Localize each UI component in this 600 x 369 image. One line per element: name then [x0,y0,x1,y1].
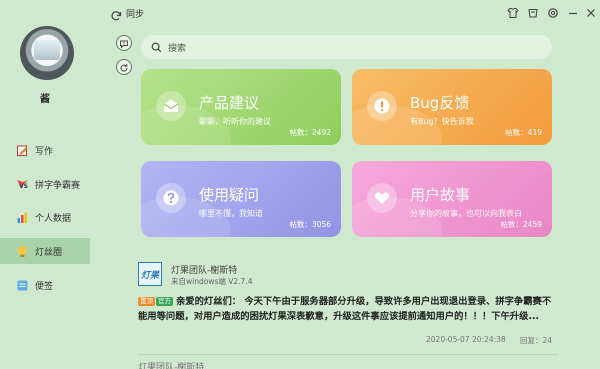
card-title: 用户故事 [410,186,471,204]
chat-bubble-icon [119,34,129,53]
sidebar-item-label: 灯丝圈 [35,247,63,258]
skin-icon[interactable] [526,6,539,19]
post-time: 2020-05-07 20:24:38 [426,335,506,344]
card-count: 帖数：2492 [289,128,331,137]
card-title: Bug反馈 [410,94,470,112]
versus-icon: VS [16,178,29,191]
username: 酱 [40,94,50,105]
card-usage-questions[interactable]: 使用疑问 哪里不懂，我知道 帖数：3056 [141,161,341,237]
post-replies: 回复：24 [520,336,553,345]
card-count: 帖数：3056 [289,220,331,229]
note-icon [16,279,29,292]
heart-icon [367,183,397,213]
avatar[interactable] [20,26,74,80]
svg-text:VS: VS [19,183,28,190]
search-icon [151,38,162,57]
sidebar-item-write[interactable]: 写作 [0,137,90,163]
sidebar-item-label: 便签 [35,281,54,292]
sidebar: 酱 写作 VS 拼字争霸赛 个人数据 灯丝圈 便签 [0,0,90,369]
post-item[interactable]: 灯果 灯果团队-榭斯特 来自windows端 V2.7.4 置顶 官方 亲爱的灯丝们… [138,262,558,352]
question-icon [156,183,186,213]
card-desc: 分享你的故事，也可以向我表白 [410,209,522,218]
post-author[interactable]: 灯果团队-榭斯特 [171,263,237,276]
post-divider [138,354,558,355]
post-source: 来自windows端 V2.7.4 [171,277,253,286]
pinned-badge: 置顶 [138,297,155,306]
refresh-button[interactable] [116,59,132,75]
sidebar-item-stats[interactable]: 个人数据 [0,204,90,230]
sidebar-item-notes[interactable]: 便签 [0,272,90,298]
sidebar-item-bulb-circle[interactable]: 灯丝圈 [0,238,90,264]
card-desc: 有Bug？快告诉我 [410,117,474,126]
shirt-icon[interactable] [506,6,519,19]
post-text: 亲爱的灯丝们： 今天下午由于服务器部分升级，导致许多用户出现退出登录、拼字争霸赛… [138,296,552,322]
refresh-icon [119,58,129,77]
sidebar-item-label: 个人数据 [35,213,72,224]
chart-icon [16,211,29,224]
post-body[interactable]: 置顶 官方 亲爱的灯丝们： 今天下午由于服务器部分升级，导致许多用户出现退出登录、拼… [138,294,558,324]
bulb-icon [16,245,29,258]
message-button[interactable] [116,35,132,51]
card-count: 帖数：419 [505,128,542,137]
card-count: 帖数：2459 [500,220,542,229]
mail-icon [156,91,186,121]
sidebar-item-label: 写作 [35,146,54,157]
card-title: 使用疑问 [199,186,260,204]
write-icon [16,144,29,157]
avatar-image [34,40,60,60]
post-avatar[interactable]: 灯果 [138,262,162,286]
card-user-stories[interactable]: 用户故事 分享你的故事，也可以向我表白 帖数：2459 [352,161,552,237]
sync-icon[interactable] [110,7,122,21]
search-placeholder: 搜索 [168,43,187,54]
search-input[interactable]: 搜索 [141,35,552,59]
card-bug-feedback[interactable]: Bug反馈 有Bug？快告诉我 帖数：419 [352,69,552,145]
minimize-icon[interactable] [566,6,579,19]
settings-icon[interactable] [546,6,559,19]
sidebar-item-contest[interactable]: VS 拼字争霸赛 [0,171,90,197]
official-badge: 官方 [156,297,173,306]
card-title: 产品建议 [199,94,260,112]
sync-label[interactable]: 同步 [126,7,144,20]
exclaim-icon [367,91,397,121]
sidebar-item-label: 拼字争霸赛 [35,180,81,191]
card-desc: 聊聊，听听你的建议 [199,117,271,126]
close-icon[interactable] [584,6,597,19]
top-bar: 同步 [90,0,600,26]
next-post-author[interactable]: 灯果团队-榭斯特 [138,360,204,369]
card-desc: 哪里不懂，我知道 [199,209,263,218]
card-product-suggestion[interactable]: 产品建议 聊聊，听听你的建议 帖数：2492 [141,69,341,145]
